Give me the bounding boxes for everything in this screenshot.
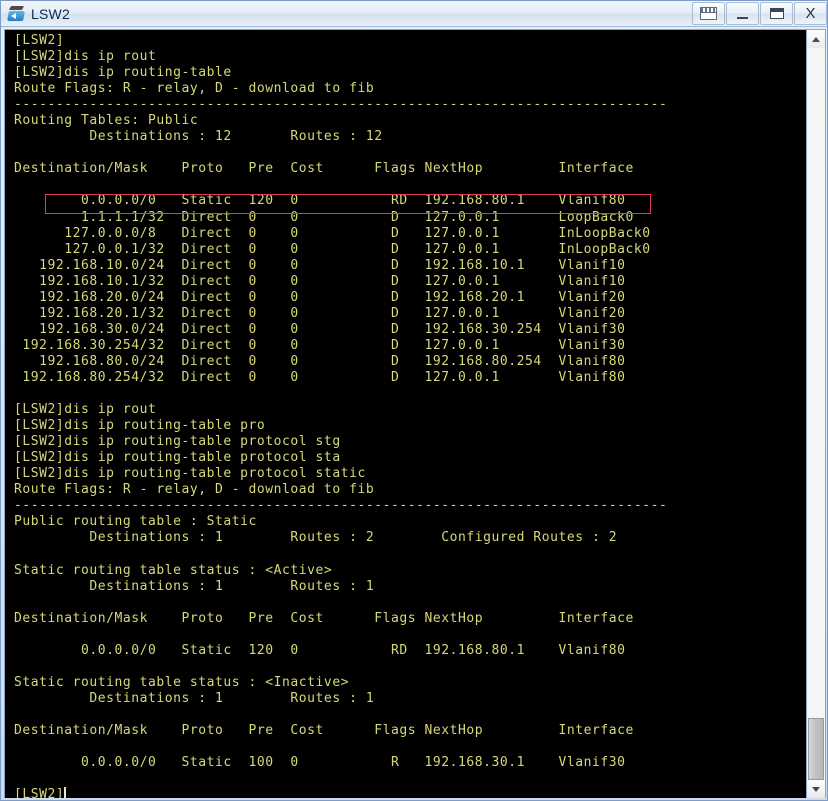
switch-icon (7, 5, 27, 23)
terminal-line: Public routing table : Static (14, 514, 257, 530)
minimize-button[interactable] (726, 2, 759, 25)
terminal-prompt-line: [LSW2] (14, 787, 806, 798)
close-button[interactable]: X (794, 2, 827, 25)
terminal-line: 0.0.0.0/0 Static 120 0 RD 192.168.80.1 V… (14, 642, 626, 658)
chevron-down-icon (812, 786, 820, 792)
terminal-line: 127.0.0.1/32 Direct 0 0 D 127.0.0.1 InLo… (14, 241, 651, 257)
terminal-line: [LSW2]dis ip routing-table protocol sta (14, 450, 341, 466)
maximize-icon (769, 8, 784, 19)
title-bar: LSW2 X (1, 1, 827, 27)
window-title: LSW2 (31, 5, 70, 22)
terminal-frame: [LSW2] [LSW2]dis ip rout [LSW2]dis ip rout… (4, 29, 826, 799)
terminal-line: [LSW2]dis ip rout (14, 49, 157, 65)
scrollbar-up-button[interactable] (807, 30, 825, 48)
terminal-line: Route Flags: R - relay, D - download to … (14, 482, 375, 498)
terminal-line: 192.168.20.1/32 Direct 0 0 D 127.0.0.1 V… (14, 305, 626, 321)
terminal-scrollbar[interactable] (806, 30, 825, 798)
window-bottom-edge (1, 798, 827, 800)
window-list-button[interactable] (692, 2, 725, 25)
window-list-icon (700, 7, 717, 20)
chevron-up-icon (812, 36, 820, 42)
title-bar-left: LSW2 (1, 1, 70, 26)
terminal-line: 192.168.20.0/24 Direct 0 0 D 192.168.20.… (14, 289, 626, 305)
terminal-line: Destinations : 1 Routes : 1 (14, 578, 375, 594)
terminal-line: Routing Tables: Public (14, 113, 199, 129)
terminal-line: Destinations : 1 Routes : 1 (14, 690, 375, 706)
terminal-line: [LSW2]dis ip rout (14, 402, 157, 418)
terminal-screen[interactable]: [LSW2] [LSW2]dis ip rout [LSW2]dis ip rout… (5, 30, 806, 798)
terminal-output: [LSW2] [LSW2]dis ip rout [LSW2]dis ip rout… (5, 33, 806, 798)
terminal-line: 0.0.0.0/0 Static 100 0 R 192.168.30.1 Vl… (14, 755, 626, 771)
scrollbar-track[interactable] (807, 48, 825, 780)
terminal-line: 192.168.30.254/32 Direct 0 0 D 127.0.0.1… (14, 337, 626, 353)
maximize-button[interactable] (760, 2, 793, 25)
terminal-line: Static routing table status : <Inactive> (14, 674, 350, 690)
terminal-line: [LSW2] (14, 33, 65, 48)
terminal-line: 0.0.0.0/0 Static 120 0 RD 192.168.80.1 V… (14, 193, 626, 209)
terminal-line: Static routing table status : <Active> (14, 562, 333, 578)
terminal-line: ----------------------------------------… (14, 498, 668, 514)
terminal-line: 127.0.0.0/8 Direct 0 0 D 127.0.0.1 InLoo… (14, 225, 651, 241)
window-controls: X (691, 2, 827, 25)
terminal-line: Route Flags: R - relay, D - download to … (14, 81, 375, 97)
terminal-line: Destination/Mask Proto Pre Cost Flags Ne… (14, 723, 634, 739)
terminal-line: Destination/Mask Proto Pre Cost Flags Ne… (14, 610, 634, 626)
terminal-line: 192.168.10.1/32 Direct 0 0 D 127.0.0.1 V… (14, 273, 626, 289)
scrollbar-down-button[interactable] (807, 780, 825, 798)
terminal-line: ----------------------------------------… (14, 97, 668, 113)
terminal-line: Destination/Mask Proto Pre Cost Flags Ne… (14, 161, 634, 177)
terminal-line: Destinations : 12 Routes : 12 (14, 129, 383, 145)
terminal-line: 192.168.80.254/32 Direct 0 0 D 127.0.0.1… (14, 369, 626, 385)
terminal-line: 1.1.1.1/32 Direct 0 0 D 127.0.0.1 LoopBa… (14, 209, 634, 225)
minimize-icon (737, 16, 748, 19)
terminal-line: 192.168.10.0/24 Direct 0 0 D 192.168.10.… (14, 257, 626, 273)
terminal-line: [LSW2]dis ip routing-table protocol stg (14, 434, 341, 450)
text-cursor (64, 787, 67, 798)
terminal-line: 192.168.30.0/24 Direct 0 0 D 192.168.30.… (14, 321, 626, 337)
prompt-text: [LSW2] (14, 787, 65, 798)
terminal-line: [LSW2]dis ip routing-table protocol stat… (14, 466, 366, 482)
cli-window: LSW2 X [LSW2] [LSW2]dis ip rout [LSW2]dis … (0, 0, 828, 801)
terminal-line: [LSW2]dis ip routing-table pro (14, 418, 266, 434)
terminal-line: [LSW2]dis ip routing-table (14, 65, 232, 81)
terminal-line: Destinations : 1 Routes : 2 Configured R… (14, 530, 618, 546)
scrollbar-thumb[interactable] (808, 718, 824, 780)
terminal-line: 192.168.80.0/24 Direct 0 0 D 192.168.80.… (14, 353, 626, 369)
